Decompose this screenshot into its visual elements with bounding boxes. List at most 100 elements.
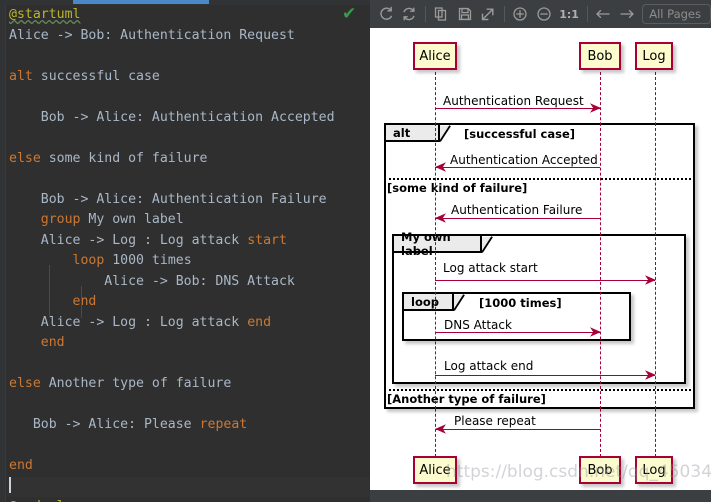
code-token: Another type of failure: [40, 376, 232, 391]
code-token: loop: [72, 253, 105, 268]
code-token: My own label: [80, 212, 184, 227]
loop-frame-condition: [1000 times]: [479, 296, 562, 310]
zoom-out-button[interactable]: [532, 2, 555, 26]
participant-top-alice[interactable]: Alice: [413, 42, 457, 70]
source-editor-pane[interactable]: @startuml Alice -> Bob: Authentication Re…: [0, 0, 370, 502]
code-token: Bob -> Alice: Authentication Failure: [9, 191, 327, 207]
message-2-label: Authentication Failure: [451, 203, 583, 217]
code-line[interactable]: Alice -> Log : Log attack end: [7, 313, 370, 334]
code-line[interactable]: @enduml: [7, 497, 370, 502]
code-line[interactable]: [7, 46, 370, 67]
code-token: successful case: [32, 68, 160, 84]
code-token: end: [9, 458, 33, 473]
export-button[interactable]: [476, 2, 499, 26]
code-line[interactable]: @startuml: [7, 5, 370, 26]
message-0-arrowhead: [590, 103, 601, 113]
message-1-label: Authentication Accepted: [450, 153, 598, 167]
code-token: Alice -> Log : Log attack: [9, 232, 248, 248]
code-token: start: [247, 232, 287, 248]
code-line[interactable]: [7, 354, 370, 375]
checkmark-icon: ✔: [342, 4, 357, 24]
toolbar-separator: [424, 6, 426, 22]
participant-top-log[interactable]: Log: [635, 42, 673, 70]
alt-frame-condition: [successful case]: [464, 127, 576, 141]
loop-frame-tab: loop: [404, 294, 454, 311]
code-token: Bob -> Alice: Please: [9, 417, 200, 432]
code-line[interactable]: loop 1000 times: [7, 251, 370, 272]
code-token: else: [9, 150, 41, 166]
prev-page-button[interactable]: [591, 2, 614, 26]
sequence-diagram: alt [successful case] [some kind of failur…: [370, 28, 711, 490]
zoom-in-button[interactable]: [509, 2, 532, 26]
zoom-actual-button[interactable]: 1:1: [556, 2, 583, 26]
code-token: some kind of failure: [40, 150, 208, 166]
code-text-area[interactable]: @startuml Alice -> Bob: Authentication Re…: [7, 5, 370, 502]
code-token: 1000 times: [104, 253, 192, 268]
message-5-label: Log attack end: [444, 359, 534, 373]
message-4-label: DNS Attack: [444, 318, 512, 332]
code-line[interactable]: end: [7, 333, 370, 354]
diagram-canvas[interactable]: alt [successful case] [some kind of failur…: [370, 28, 711, 502]
code-line[interactable]: Alice -> Log : Log attack start: [7, 231, 370, 252]
alt-frame-tab: alt: [386, 125, 440, 142]
message-6-line: [435, 429, 600, 430]
horizontal-scrollbar[interactable]: [73, 0, 209, 4]
code-line[interactable]: [7, 476, 370, 497]
preview-toolbar: 1:1 All Pages: [370, 0, 711, 28]
code-line[interactable]: [7, 128, 370, 149]
alt-else-condition-1: [some kind of failure]: [387, 181, 528, 195]
save-button[interactable]: [453, 2, 476, 26]
next-page-button[interactable]: [615, 2, 638, 26]
code-line[interactable]: else some kind of failure: [7, 149, 370, 170]
message-1-line: [435, 167, 600, 168]
alt-else-divider-1: [384, 178, 695, 180]
code-line[interactable]: Bob -> Alice: Please repeat: [7, 415, 370, 436]
page-selector[interactable]: All Pages: [642, 4, 711, 24]
code-line[interactable]: Alice -> Bob: Authentication Request: [7, 26, 370, 47]
plantuml-editor-window: @startuml Alice -> Bob: Authentication Re…: [0, 0, 711, 502]
code-line[interactable]: [7, 436, 370, 457]
code-token: @startuml: [9, 7, 81, 22]
code-line[interactable]: [7, 87, 370, 108]
toolbar-separator: [586, 6, 588, 22]
message-3-label: Log attack start: [443, 261, 538, 275]
code-line[interactable]: Bob -> Alice: Authentication Failure: [7, 190, 370, 211]
code-token: Alice -> Log : Log attack: [9, 314, 248, 330]
message-0-line: [435, 108, 600, 109]
code-line[interactable]: Alice -> Bob: DNS Attack: [7, 272, 370, 293]
message-3-line: [435, 280, 655, 281]
indent-guide: [81, 286, 82, 318]
code-token: Alice -> Bob: DNS Attack: [9, 273, 295, 289]
message-2-line: [435, 218, 600, 219]
code-line[interactable]: Bob -> Alice: Authentication Accepted: [7, 108, 370, 129]
diagram-preview-pane: 1:1 All Pages alt [successful case] [some …: [370, 0, 711, 502]
watermark-text: https://blog.csdn.net/qq_45034708: [446, 462, 711, 482]
code-line[interactable]: else Another type of failure: [7, 374, 370, 395]
text-caret: [9, 476, 11, 493]
copy-button[interactable]: [430, 2, 453, 26]
toolbar-separator: [503, 6, 505, 22]
participant-top-bob[interactable]: Bob: [579, 42, 621, 70]
code-line[interactable]: group My own label: [7, 210, 370, 231]
lifeline-log-segment: [655, 123, 656, 409]
alt-else-divider-2: [384, 389, 695, 391]
message-5-arrowhead: [645, 370, 656, 380]
code-line[interactable]: alt successful case: [7, 67, 370, 88]
refresh-button[interactable]: [397, 2, 420, 26]
message-6-label: Please repeat: [454, 414, 536, 428]
message-5-line: [435, 375, 655, 376]
alt-frame-tab-notch: [440, 125, 451, 142]
reload-button[interactable]: [374, 2, 397, 26]
group-frame-tab-notch: [482, 236, 493, 253]
code-token: end: [247, 314, 272, 330]
code-line[interactable]: [7, 169, 370, 190]
editor-gutter: [0, 5, 6, 502]
code-line[interactable]: [7, 395, 370, 416]
code-line[interactable]: end: [7, 292, 370, 313]
message-4-line: [435, 332, 600, 333]
code-line[interactable]: end: [7, 456, 370, 477]
